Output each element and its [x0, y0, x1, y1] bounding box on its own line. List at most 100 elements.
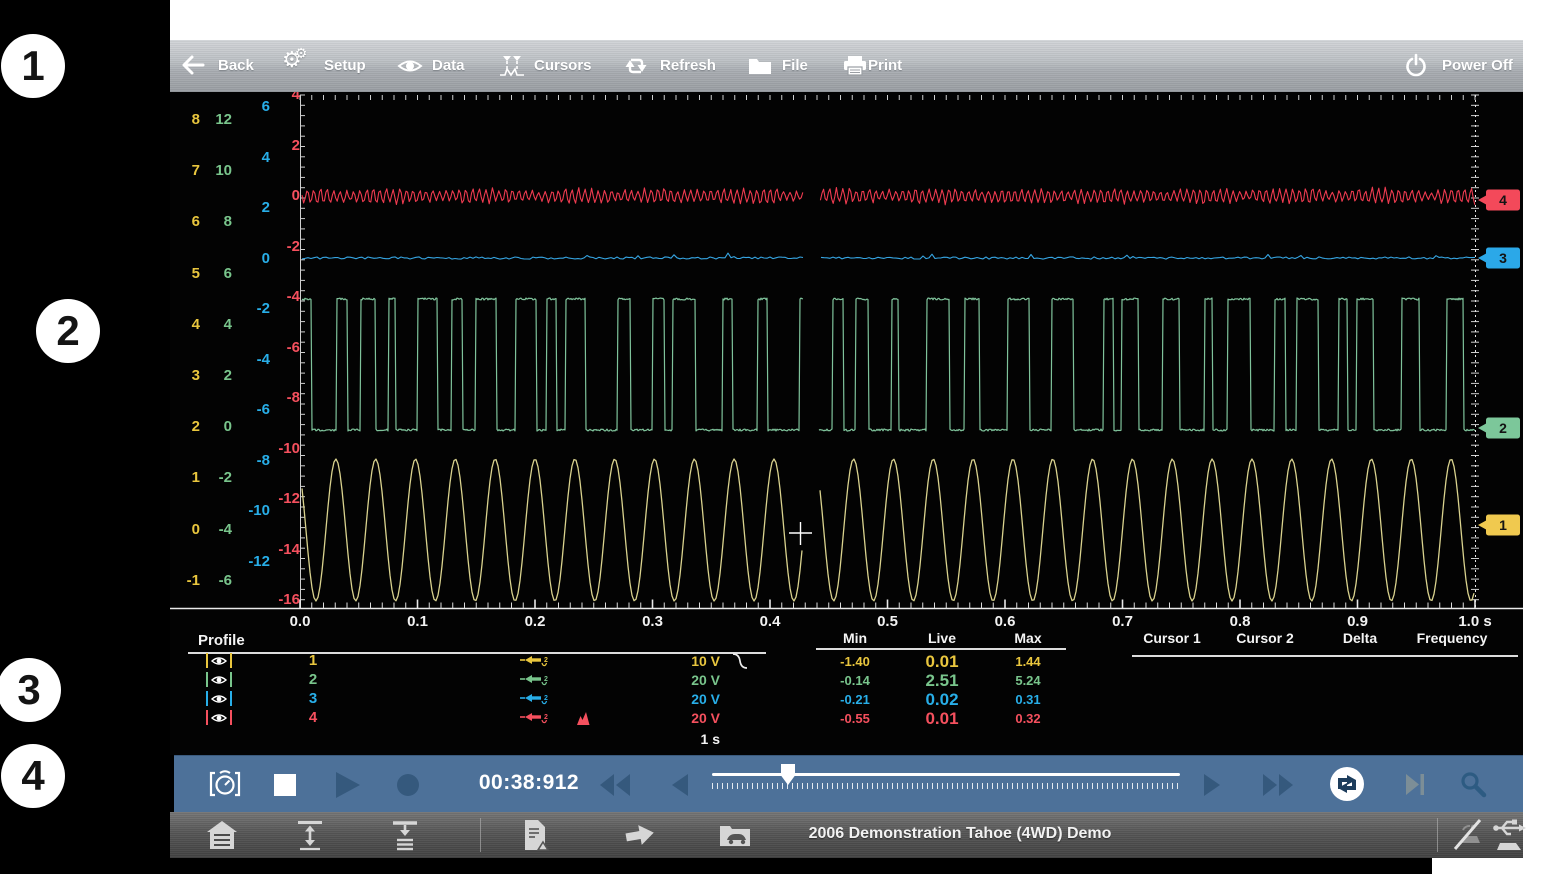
channel-scale-value[interactable]: 20 V — [640, 710, 720, 726]
scope-app-window: Back ⚙⚙ Setup Data Cursors R — [170, 40, 1523, 858]
svg-text:2: 2 — [544, 676, 548, 683]
scale-label-ch4: -8 — [252, 388, 300, 408]
probe-icon[interactable]: 2 — [520, 711, 550, 731]
live-header: Live — [904, 630, 980, 646]
channel-scale-value[interactable]: 10 V — [640, 653, 720, 669]
channel-badge-1[interactable]: 1 — [1478, 515, 1520, 536]
x-axis-label: 0.1 — [383, 613, 453, 630]
loop-restart-button[interactable] — [1328, 765, 1366, 808]
exit-arrow-icon[interactable] — [624, 821, 656, 854]
channel-badge-4[interactable]: 4 — [1478, 190, 1520, 211]
back-button[interactable]: Back — [218, 57, 254, 74]
home-icon[interactable] — [205, 820, 239, 855]
cursor2-header: Cursor 2 — [1225, 630, 1305, 646]
position-slider-thumb[interactable] — [781, 764, 795, 785]
max-value: 0.32 — [990, 711, 1066, 726]
channel-badge-2[interactable]: 2 — [1478, 418, 1520, 439]
record-button[interactable] — [396, 773, 420, 802]
back-arrow-icon[interactable] — [180, 54, 206, 81]
printer-icon[interactable] — [842, 54, 868, 82]
channel-visibility-toggle[interactable] — [206, 653, 232, 668]
cursors-button[interactable]: Cursors — [534, 57, 592, 74]
scale-label-ch4: 4 — [252, 92, 300, 105]
delta-header: Delta — [1325, 630, 1395, 646]
top-toolbar: Back ⚙⚙ Setup Data Cursors R — [170, 40, 1523, 92]
folder-icon[interactable] — [747, 55, 773, 81]
live-value: 0.01 — [900, 652, 984, 672]
rewind-icon[interactable] — [600, 774, 630, 801]
channel-number: 2 — [300, 671, 326, 688]
x-axis-label: 0.4 — [735, 613, 805, 630]
scope-display: 4 3 2 1 Profile Min Live Max Cursor 1 Curso… — [170, 92, 1523, 755]
snapshot-timer-icon[interactable] — [208, 769, 242, 804]
zoom-magnifier-icon[interactable] — [1460, 771, 1487, 803]
channel-scale-value[interactable]: 20 V — [640, 691, 720, 707]
collapse-view-icon[interactable] — [390, 820, 420, 856]
max-header: Max — [990, 630, 1066, 646]
refresh-icon[interactable] — [624, 54, 648, 83]
svg-text:2: 2 — [1499, 420, 1507, 436]
active-vehicle-title: 2006 Demonstration Tahoe (4WD) Demo — [710, 825, 1210, 843]
scale-label-ch4: -6 — [252, 338, 300, 358]
profile-header: Profile — [198, 632, 245, 649]
print-button[interactable]: Print — [868, 57, 902, 74]
cursor1-header: Cursor 1 — [1132, 630, 1212, 646]
x-axis-label: 0.6 — [970, 613, 1040, 630]
step-forward-icon[interactable] — [1204, 774, 1220, 801]
toolbar-divider — [1437, 818, 1438, 852]
probe-icon[interactable]: 2 — [520, 692, 550, 712]
step-back-icon[interactable] — [672, 774, 688, 801]
scale-label-ch2: -6 — [184, 571, 232, 591]
status-toolbar: 2006 Demonstration Tahoe (4WD) Demo — [170, 812, 1523, 858]
fast-forward-icon[interactable] — [1263, 774, 1293, 801]
gears-icon[interactable]: ⚙⚙ — [282, 48, 314, 73]
max-value: 0.31 — [990, 692, 1066, 707]
scale-label-ch2: -4 — [184, 520, 232, 540]
svg-text:2: 2 — [544, 657, 548, 664]
time-scale-value[interactable]: 1 s — [640, 731, 720, 747]
channel-scale-value[interactable]: 20 V — [640, 672, 720, 688]
page: 1 2 3 4 Back ⚙⚙ Setup Data — [0, 0, 1546, 874]
measure-underline — [816, 648, 1066, 650]
svg-text:3: 3 — [1499, 250, 1507, 266]
channel-visibility-toggle[interactable] — [206, 672, 232, 687]
file-button[interactable]: File — [782, 57, 808, 74]
skip-to-end-icon[interactable] — [1406, 774, 1426, 800]
channel-visibility-toggle[interactable] — [206, 691, 232, 706]
live-value: 0.02 — [900, 690, 984, 710]
power-off-button[interactable]: Power Off — [1442, 57, 1513, 74]
max-value: 5.24 — [990, 673, 1066, 688]
channel-badge-3[interactable]: 3 — [1478, 248, 1520, 269]
setup-button[interactable]: Setup — [324, 57, 366, 74]
probe-icon[interactable]: 2 — [520, 654, 550, 674]
channel-number: 1 — [300, 652, 326, 669]
scale-label-ch2: -2 — [184, 468, 232, 488]
cursors-icon[interactable] — [499, 54, 525, 83]
data-codes-icon[interactable] — [521, 819, 549, 857]
toolbar-divider — [480, 818, 481, 852]
probe-icon[interactable]: 2 — [520, 673, 550, 693]
callout-3: 3 — [0, 658, 61, 722]
data-button[interactable]: Data — [432, 57, 465, 74]
trigger-slope-icon[interactable] — [730, 652, 750, 675]
min-value: -1.40 — [818, 654, 892, 669]
min-header: Min — [820, 630, 890, 646]
live-value: 2.51 — [900, 671, 984, 691]
peak-detect-icon[interactable] — [576, 711, 593, 731]
x-axis-label: 0.2 — [500, 613, 570, 630]
scale-label-ch4: -10 — [252, 439, 300, 459]
refresh-button[interactable]: Refresh — [660, 57, 716, 74]
stop-button[interactable] — [274, 774, 296, 801]
eye-icon[interactable] — [396, 56, 424, 81]
live-value: 0.01 — [900, 709, 984, 729]
power-icon[interactable] — [1404, 53, 1428, 83]
scope-module-disconnected-icon — [1450, 818, 1484, 856]
frequency-header: Frequency — [1407, 630, 1497, 646]
expand-view-icon[interactable] — [295, 820, 325, 856]
min-value: -0.14 — [818, 673, 892, 688]
play-button[interactable] — [336, 772, 360, 803]
x-axis-label: 0.7 — [1088, 613, 1158, 630]
x-axis-label: 0.8 — [1205, 613, 1275, 630]
max-value: 1.44 — [990, 654, 1066, 669]
channel-visibility-toggle[interactable] — [206, 710, 232, 725]
